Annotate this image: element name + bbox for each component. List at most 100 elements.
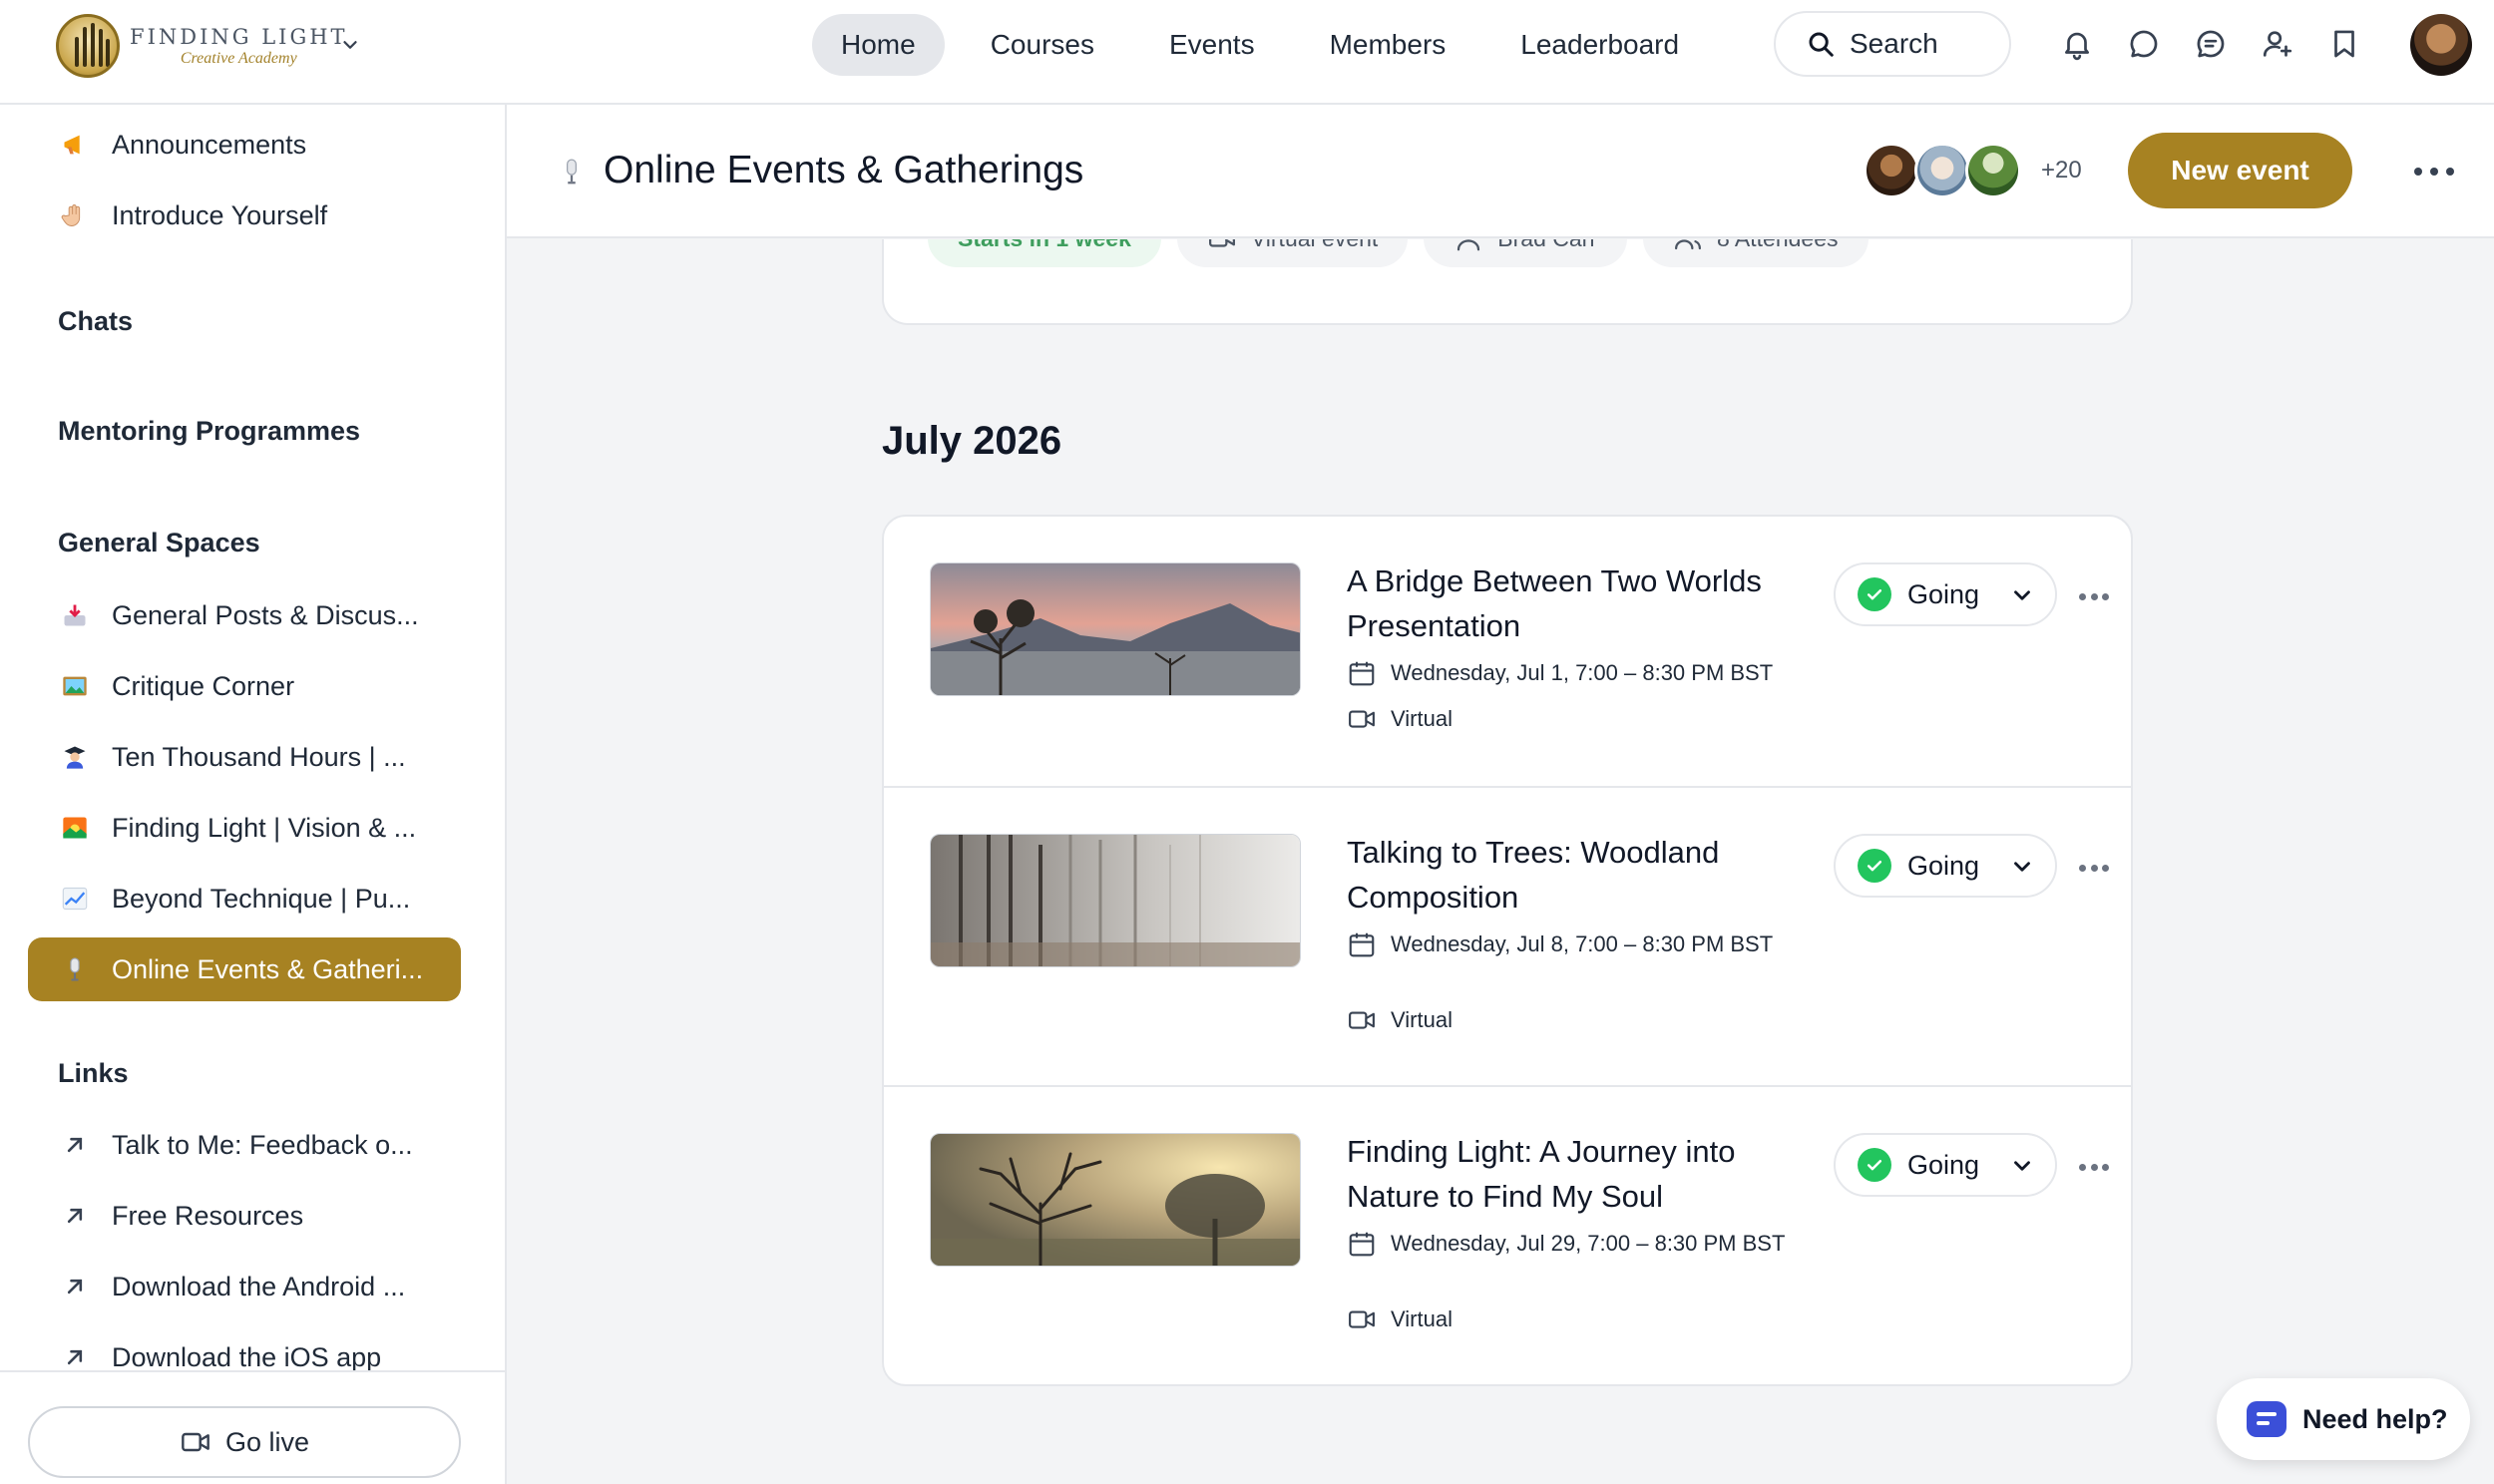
event-more-options-icon[interactable]	[2079, 586, 2109, 606]
rsvp-going-button[interactable]: Going	[1834, 834, 2057, 898]
sidebar-item-finding-light-vision[interactable]: Finding Light | Vision & ...	[28, 796, 461, 860]
calendar-icon	[1349, 1232, 1375, 1257]
nav-home[interactable]: Home	[812, 14, 945, 76]
need-help-label: Need help?	[2302, 1403, 2448, 1434]
sidebar-item-critique-corner[interactable]: Critique Corner	[28, 654, 461, 718]
event-row[interactable]: A Bridge Between Two Worlds Presentation…	[884, 517, 2131, 786]
go-live-label: Go live	[224, 1426, 310, 1457]
sidebar-item-announcements[interactable]: Announcements	[28, 113, 461, 177]
search-button[interactable]: Search	[1774, 11, 2011, 77]
sidebar-item-label: Introduce Yourself	[112, 199, 328, 230]
sidebar-link-android-app[interactable]: Download the Android ...	[28, 1255, 461, 1318]
microphone-icon	[567, 159, 577, 185]
previous-event-card[interactable]: Starts in 1 week Virtual event Brad Carr…	[882, 239, 2133, 325]
messages-icon[interactable]	[2189, 22, 2233, 66]
video-camera-icon	[1349, 1310, 1375, 1328]
chat-bubble-icon[interactable]	[2122, 22, 2166, 66]
brand-logo	[56, 14, 120, 78]
video-camera-icon	[182, 1432, 209, 1452]
event-location: Virtual	[1347, 704, 1453, 734]
rsvp-label: Going	[1907, 1149, 1980, 1180]
sidebar-item-label: Beyond Technique | Pu...	[112, 883, 411, 914]
sidebar-item-label: Online Events & Gatheri...	[112, 953, 424, 984]
event-date: Wednesday, Jul 1, 7:00 – 8:30 PM BST	[1347, 658, 1816, 688]
chevron-down-icon	[2014, 862, 2030, 872]
event-date: Wednesday, Jul 8, 7:00 – 8:30 PM BST	[1347, 929, 1816, 959]
need-help-button[interactable]: Need help?	[2217, 1378, 2470, 1460]
brand-subtitle: Creative Academy	[180, 49, 297, 67]
nav-courses[interactable]: Courses	[962, 14, 1123, 76]
sidebar-item-label: Talk to Me: Feedback o...	[112, 1129, 413, 1160]
event-title[interactable]: Finding Light: A Journey into Nature to …	[1347, 1129, 1816, 1219]
nav-members[interactable]: Members	[1301, 14, 1475, 76]
brand[interactable]: FINDING LIGHT Creative Academy	[56, 14, 348, 78]
event-location-text: Virtual	[1391, 706, 1453, 731]
event-cover-image[interactable]	[930, 562, 1301, 696]
video-camera-icon	[1349, 710, 1375, 728]
chart-up-icon	[60, 884, 90, 914]
event-location-text: Virtual	[1391, 1007, 1453, 1032]
member-avatars[interactable]	[1864, 143, 2021, 198]
chevron-down-icon[interactable]	[339, 34, 361, 56]
arrow-up-right-icon	[60, 1272, 90, 1301]
event-date-text: Wednesday, Jul 8, 7:00 – 8:30 PM BST	[1391, 931, 1774, 956]
event-location-text: Virtual	[1391, 1306, 1453, 1331]
sidebar-chats-heading[interactable]: Chats	[58, 306, 133, 337]
event-row[interactable]: Talking to Trees: Woodland Composition W…	[884, 786, 2131, 1085]
chip-label: Virtual event	[1251, 239, 1378, 252]
rsvp-label: Going	[1907, 578, 1980, 609]
sidebar-mentoring-heading[interactable]: Mentoring Programmes	[58, 416, 360, 447]
sidebar-item-general-posts[interactable]: General Posts & Discus...	[28, 583, 461, 647]
sidebar-general-heading[interactable]: General Spaces	[58, 528, 260, 558]
event-title[interactable]: Talking to Trees: Woodland Composition	[1347, 830, 1816, 920]
user-avatar[interactable]	[2410, 14, 2472, 76]
top-bar: FINDING LIGHT Creative Academy Home Cour…	[0, 0, 2494, 105]
nav-events[interactable]: Events	[1140, 14, 1284, 76]
more-options-icon[interactable]	[2414, 157, 2454, 186]
event-row[interactable]: Finding Light: A Journey into Nature to …	[884, 1085, 2131, 1384]
month-heading: July 2026	[882, 419, 1062, 463]
event-more-options-icon[interactable]	[2079, 1157, 2109, 1177]
bookmark-icon[interactable]	[2322, 22, 2366, 66]
event-location: Virtual	[1347, 1304, 1453, 1334]
sidebar-item-introduce-yourself[interactable]: Introduce Yourself	[28, 184, 461, 247]
search-icon	[1809, 32, 1834, 57]
sidebar-item-label: Ten Thousand Hours | ...	[112, 741, 406, 772]
nav-leaderboard[interactable]: Leaderboard	[1491, 14, 1708, 76]
event-cover-image[interactable]	[930, 834, 1301, 967]
event-meta-chips: Starts in 1 week Virtual event Brad Carr…	[928, 239, 1884, 267]
rsvp-going-button[interactable]: Going	[1834, 562, 2057, 626]
sidebar-link-free-resources[interactable]: Free Resources	[28, 1184, 461, 1248]
megaphone-icon	[60, 130, 90, 160]
waving-hand-icon	[60, 200, 90, 230]
rsvp-going-button[interactable]: Going	[1834, 1133, 2057, 1197]
event-more-options-icon[interactable]	[2079, 858, 2109, 878]
event-date: Wednesday, Jul 29, 7:00 – 8:30 PM BST	[1347, 1229, 1816, 1259]
user-icon	[1457, 239, 1480, 251]
sidebar-item-beyond-technique[interactable]: Beyond Technique | Pu...	[28, 867, 461, 930]
user-add-icon[interactable]	[2256, 22, 2299, 66]
sunrise-icon	[60, 813, 90, 843]
new-event-button[interactable]: New event	[2128, 133, 2352, 208]
sidebar: Announcements Introduce Yourself Chats M…	[0, 105, 507, 1484]
arrow-up-right-icon	[60, 1201, 90, 1231]
sidebar-item-ten-thousand-hours[interactable]: Ten Thousand Hours | ...	[28, 725, 461, 789]
users-icon	[1675, 239, 1701, 250]
go-live-button[interactable]: Go live	[28, 1406, 461, 1478]
check-icon	[1858, 849, 1891, 883]
member-count[interactable]: +20	[2041, 157, 2082, 185]
rsvp-label: Going	[1907, 850, 1980, 881]
event-cover-image[interactable]	[930, 1133, 1301, 1267]
sidebar-link-talk-to-me[interactable]: Talk to Me: Feedback o...	[28, 1113, 461, 1177]
sidebar-item-label: Announcements	[112, 129, 307, 160]
sidebar-item-online-events[interactable]: Online Events & Gatheri...	[28, 937, 461, 1001]
event-date-text: Wednesday, Jul 29, 7:00 – 8:30 PM BST	[1391, 1231, 1786, 1256]
sidebar-links-heading[interactable]: Links	[58, 1058, 129, 1089]
inbox-tray-icon	[60, 600, 90, 630]
chip-label: Brad Carr	[1497, 239, 1597, 252]
chevron-down-icon	[2014, 590, 2030, 600]
event-title[interactable]: A Bridge Between Two Worlds Presentation	[1347, 558, 1816, 648]
microphone-icon	[60, 954, 90, 984]
events-content: Starts in 1 week Virtual event Brad Carr…	[507, 239, 2494, 1484]
bell-icon[interactable]	[2055, 22, 2099, 66]
